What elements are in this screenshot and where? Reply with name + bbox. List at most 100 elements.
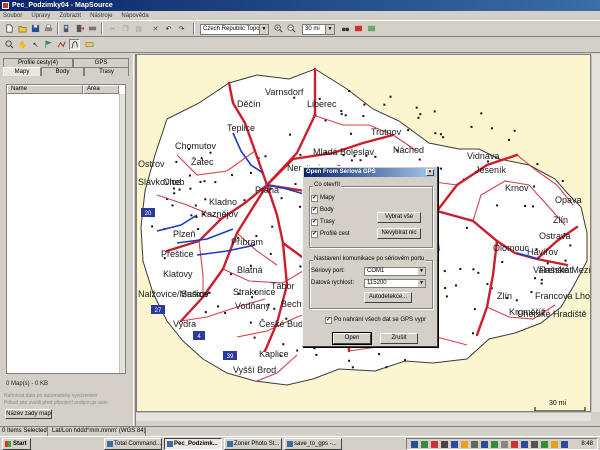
autodetect-button[interactable]: Autodetekce... bbox=[364, 292, 412, 303]
distance-icon[interactable] bbox=[84, 39, 95, 50]
tab-points[interactable]: Body bbox=[41, 67, 84, 76]
delete-icon[interactable]: ✕ bbox=[150, 23, 161, 34]
city-label[interactable]: Klatovy bbox=[163, 269, 193, 279]
tray-icon[interactable] bbox=[461, 441, 468, 448]
tray-icon[interactable] bbox=[411, 441, 418, 448]
city-label[interactable]: Zlín bbox=[497, 291, 512, 301]
dialog-title-bar[interactable]: Open From Sériová GPS × bbox=[304, 168, 436, 177]
task-total-commander[interactable]: Total Command... bbox=[104, 438, 162, 450]
checkbox-profile[interactable]: ✓ Profilé cest bbox=[311, 231, 350, 239]
city-label[interactable]: Olomouc bbox=[493, 243, 530, 253]
tray-icon[interactable] bbox=[431, 441, 438, 448]
city-label[interactable]: Opava bbox=[555, 195, 582, 205]
tray-icon[interactable] bbox=[421, 441, 428, 448]
tab-maps[interactable]: Mapy bbox=[3, 67, 41, 76]
zoom-level-select[interactable]: 30 mi ▼ bbox=[302, 24, 335, 35]
city-label[interactable]: Žatec bbox=[191, 157, 214, 167]
start-button[interactable]: Start bbox=[2, 438, 31, 450]
city-label[interactable]: Příbram bbox=[231, 237, 263, 247]
checkbox-gps-off[interactable]: ✓ Po nahrání všech dat se GPS vypr bbox=[325, 317, 426, 325]
new-icon[interactable] bbox=[4, 23, 15, 34]
cancel-button[interactable]: Zrušit bbox=[380, 333, 418, 344]
city-label[interactable]: Teplice bbox=[227, 123, 255, 133]
tray-icon[interactable] bbox=[511, 441, 518, 448]
maps-list-scrollbar[interactable] bbox=[119, 94, 125, 373]
map-icon[interactable] bbox=[366, 23, 377, 34]
city-label[interactable]: Jeseník bbox=[475, 165, 507, 175]
route-icon[interactable] bbox=[56, 39, 67, 50]
checkbox-points[interactable]: ✓ Body bbox=[311, 207, 334, 215]
checkbox-tracks-box[interactable]: ✓ bbox=[311, 219, 318, 226]
gps-transfer-icon[interactable] bbox=[87, 23, 98, 34]
tray-icon[interactable] bbox=[481, 441, 488, 448]
city-label[interactable]: Sušice bbox=[181, 289, 208, 299]
zoom-out-icon[interactable] bbox=[286, 23, 297, 34]
zoom-tool-icon[interactable] bbox=[4, 39, 15, 50]
tray-icon[interactable] bbox=[551, 441, 558, 448]
chevron-down-icon[interactable]: ▼ bbox=[259, 25, 268, 34]
tray-icon[interactable] bbox=[451, 441, 458, 448]
city-label[interactable]: Vodňany bbox=[235, 301, 271, 311]
city-label[interactable]: Blatná bbox=[237, 265, 263, 275]
menu-soubor[interactable]: Soubor bbox=[3, 13, 22, 19]
city-label[interactable]: Kladno bbox=[209, 197, 237, 207]
tray-icon[interactable] bbox=[541, 441, 548, 448]
city-label[interactable]: Ostrov bbox=[138, 159, 165, 169]
hand-icon[interactable]: ✋ bbox=[17, 39, 28, 50]
save-icon[interactable] bbox=[30, 23, 41, 34]
checkbox-tracks[interactable]: ✓ Trasy bbox=[311, 219, 335, 227]
gps-receive-icon[interactable] bbox=[61, 23, 72, 34]
city-label[interactable]: Děčín bbox=[237, 99, 261, 109]
city-label[interactable]: Krnov bbox=[505, 183, 529, 193]
city-label[interactable]: Francova Lhota bbox=[535, 291, 591, 301]
find-icon[interactable] bbox=[353, 23, 364, 34]
tray-icon[interactable] bbox=[561, 441, 568, 448]
city-label[interactable]: Vyšší Brod bbox=[233, 365, 276, 375]
select-none-button[interactable]: Nevybírat nic bbox=[377, 228, 421, 239]
city-label[interactable]: Liberec bbox=[307, 99, 337, 109]
gps-send-icon[interactable] bbox=[74, 23, 85, 34]
select-icon[interactable]: ↖ bbox=[30, 39, 41, 50]
menu-nastroje[interactable]: Nástroje bbox=[90, 13, 112, 19]
tab-profile[interactable]: Profile cesty(4) bbox=[3, 58, 73, 67]
tab-tracks[interactable]: Trasy bbox=[84, 67, 129, 76]
chevron-down-icon[interactable]: ▼ bbox=[325, 25, 334, 34]
city-label[interactable]: Strakonice bbox=[233, 287, 276, 297]
maps-list[interactable]: Name Area bbox=[6, 84, 126, 374]
city-label[interactable]: Kaplice bbox=[259, 349, 289, 359]
city-label[interactable]: Slavkovice bbox=[138, 177, 181, 187]
city-label[interactable]: Valašské Meziříčí bbox=[533, 265, 591, 275]
checkbox-maps-box[interactable]: ✓ bbox=[311, 195, 318, 202]
checkbox-profile-box[interactable]: ✓ bbox=[311, 231, 318, 238]
tray-icon[interactable] bbox=[491, 441, 498, 448]
select-all-button[interactable]: Vybrat vše bbox=[377, 212, 421, 223]
undo-icon[interactable]: ↶ bbox=[163, 23, 174, 34]
city-label[interactable]: Přeštice bbox=[161, 249, 194, 259]
tab-gps[interactable]: GPS bbox=[73, 58, 129, 67]
city-label[interactable]: Kaznějov bbox=[201, 209, 239, 219]
port-select[interactable]: COM1 ▼ bbox=[364, 267, 426, 276]
tray-icon[interactable] bbox=[501, 441, 508, 448]
checkbox-points-box[interactable]: ✓ bbox=[311, 207, 318, 214]
task-zoner-photo[interactable]: Zoner Photo St... bbox=[224, 438, 282, 450]
city-label[interactable]: Vidnava bbox=[467, 151, 499, 161]
chevron-down-icon[interactable]: ▼ bbox=[418, 268, 425, 275]
zoom-in-icon[interactable] bbox=[273, 23, 284, 34]
menu-napoveda[interactable]: Nápověda bbox=[121, 13, 148, 19]
city-label[interactable]: Vydra bbox=[173, 319, 196, 329]
city-label[interactable]: Trutnov bbox=[371, 127, 402, 137]
chevron-down-icon[interactable]: ▼ bbox=[418, 280, 425, 287]
task-mapsource[interactable]: Pec_Podzimk... bbox=[164, 438, 222, 450]
close-icon[interactable]: × bbox=[426, 169, 434, 176]
track-icon[interactable] bbox=[69, 39, 80, 50]
city-label[interactable]: Chomutov bbox=[175, 141, 217, 151]
city-label[interactable]: Mladá Boleslav bbox=[313, 147, 375, 157]
checkbox-maps[interactable]: ✓ Mapy bbox=[311, 195, 335, 203]
tray-icon[interactable] bbox=[441, 441, 448, 448]
open-button[interactable]: Open bbox=[332, 332, 372, 345]
column-name[interactable]: Name bbox=[7, 85, 83, 94]
city-label[interactable]: Náchod bbox=[393, 145, 424, 155]
checkbox-gps-off-box[interactable]: ✓ bbox=[325, 317, 332, 324]
menu-upravy[interactable]: Úpravy bbox=[31, 13, 50, 19]
city-label[interactable]: Plzeň bbox=[173, 229, 196, 239]
